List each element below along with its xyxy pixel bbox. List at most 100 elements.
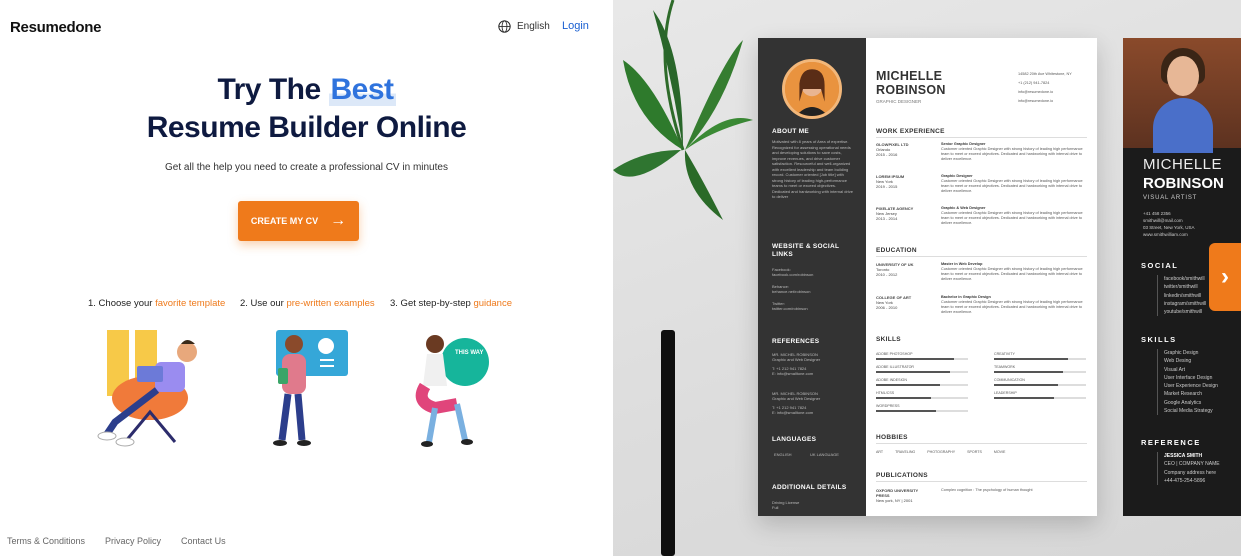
job-1: GLOWPIXEL LTD Orlando 2015 - 2016 (876, 142, 909, 157)
resume2-first-name: MICHELLE (1143, 156, 1223, 173)
edu-description: Customer oriented Graphic Designer with … (941, 300, 1083, 314)
guidance-illustration: THIS WAY (415, 335, 489, 447)
job-2: LOREM IPSUM New York 2019 - 2015 (876, 174, 904, 189)
skill-label: HTML/CSS (876, 391, 895, 395)
skills-list: Graphic Design Web Desing Visual Art Use… (1157, 349, 1218, 416)
skill-bar (994, 384, 1086, 386)
skill-item: Social Media Strategy (1164, 408, 1213, 415)
work-heading: WORK EXPERIENCE (876, 128, 945, 135)
hobby: ART (876, 450, 884, 454)
pub-source: OXFORD UNIVERSITY PRESS (876, 488, 919, 498)
web-facebook-value: facebook.com/robinson (772, 272, 814, 277)
skill-label: CREATIVITY (994, 352, 1015, 356)
publication-source: OXFORD UNIVERSITY PRESS New york, NY | 20… (876, 488, 931, 503)
skill-bar-fill (994, 397, 1054, 399)
profile-photo (1123, 38, 1241, 153)
social-heading: SOCIAL (1141, 261, 1179, 270)
ref-phone: +44-475-254-5896 (1164, 477, 1206, 484)
resume2-contact-web: www.smithwilliam.com (1143, 232, 1188, 237)
web-heading: WEBSITE & SOCIAL LINKS (772, 243, 840, 258)
login-link[interactable]: Login (562, 20, 589, 32)
social-item: facebook/smithwill (1164, 276, 1205, 282)
hobbies-heading: HOBBIES (876, 434, 908, 441)
resume2-contact-email: smithwill@mail.com (1143, 218, 1183, 223)
resume-last-name: ROBINSON (876, 83, 946, 97)
publication-title: Complex cognition : The psychology of hu… (941, 488, 1033, 492)
social-item: twitter/smithwill (1164, 284, 1198, 291)
skill-bar (994, 358, 1086, 360)
carousel-next-button[interactable]: › (1209, 243, 1241, 311)
step-1: 1. Choose your favorite template (88, 298, 225, 309)
language-selector[interactable]: English (498, 20, 550, 33)
social-item: linkedin/smithwill (1164, 292, 1202, 299)
template-illustration (97, 330, 197, 447)
web-behance-value: behance.net/robinson (772, 289, 811, 294)
skill-bar-fill (876, 384, 941, 386)
social-item: youtube/smithwill (1164, 309, 1203, 316)
skill-label: ADOBE INDESIGN (876, 378, 907, 382)
skill-bar (994, 371, 1086, 373)
skill-bar (994, 397, 1086, 399)
skill-label: COMMUNICATION (994, 378, 1025, 382)
resume-template-1[interactable]: ABOUT ME Motivated with 8 years of Area … (758, 38, 1097, 516)
about-text: Motivated with 8 years of Area of expert… (772, 139, 853, 199)
skill-bar-fill (876, 410, 936, 412)
hobby: SPORTS (967, 450, 982, 454)
hobby: TRAVELING (895, 450, 916, 454)
step-2: 2. Use our pre-written examples (240, 298, 375, 309)
skill-item: Visual Art (1164, 366, 1186, 373)
skill-bar (876, 384, 968, 386)
divider (876, 137, 1087, 138)
skill-label: ADOBE PHOTOSHOP (876, 352, 913, 356)
hero-title-line1: Try The Best (0, 72, 613, 108)
template-preview-panel: ABOUT ME Motivated with 8 years of Area … (613, 0, 1241, 556)
reference-list: JESSICA SMITH CEO | COMPANY NAME Company… (1157, 452, 1220, 486)
social-item: instagram/smithwill (1164, 300, 1207, 307)
contact-address: 14582 20th Ave Whitestone, NY (1018, 72, 1072, 76)
contact-link[interactable]: Contact Us (181, 536, 226, 546)
education-heading: EDUCATION (876, 247, 917, 254)
skill-bar-fill (994, 384, 1059, 386)
skill-label: ADOBE ILLUSTRATOR (876, 365, 915, 369)
social-list: facebook/smithwill twitter/smithwill lin… (1157, 275, 1207, 317)
job-description: Customer oriented Graphic Designer with … (941, 211, 1083, 225)
chevron-right-icon: › (1221, 263, 1229, 290)
privacy-link[interactable]: Privacy Policy (105, 536, 161, 546)
resume2-contact-address: 03 Street, New York, USA (1143, 225, 1195, 230)
page: { "header": { "logo": "Resumedone", "lan… (0, 0, 1241, 556)
divider (876, 256, 1087, 257)
arrow-right-icon: → (330, 212, 347, 229)
ref-1-role: Graphic and Web Designer (772, 357, 821, 362)
resume2-role: VISUAL ARTIST (1143, 195, 1198, 201)
step-3-prefix: 3. Get step-by-step (390, 298, 474, 309)
additional-text-value: Full (772, 505, 779, 510)
stand-decoration (661, 330, 675, 556)
skill-item: Web Desing (1164, 358, 1192, 365)
sign-text: THIS WAY (455, 350, 483, 356)
job-3-desc: Graphic & Web Designer Customer oriented … (941, 206, 1091, 226)
skill-bar (876, 358, 968, 360)
create-cv-button[interactable]: CREATE MY CV → (238, 201, 359, 241)
hobby: MOVIE (993, 450, 1006, 454)
skill-item: User Experience Design (1164, 383, 1218, 390)
job-2-desc: Graphic Designer Customer oriented Graphi… (941, 174, 1091, 194)
terms-link[interactable]: Terms & Conditions (7, 536, 85, 546)
edu-description: Customer oriented Graphic Designer with … (941, 267, 1083, 281)
reference-heading: REFERENCE (1141, 438, 1201, 447)
examples-illustration (273, 330, 348, 446)
web-twitter-value: twitter.com/robinson (772, 306, 808, 311)
divider (876, 481, 1087, 482)
logo[interactable]: Resumedone (10, 19, 102, 36)
job-dates: 2019 - 2015 (876, 184, 898, 189)
hobbies-list: ART TRAVELING PHOTOGRAPHY SPORTS MOVIE (876, 450, 1005, 454)
edu-2-desc: Bachelor in Graphic Design Customer orien… (941, 295, 1091, 315)
skill-item: Market Research (1164, 391, 1203, 398)
edu-1-desc: Master in Web Develop Customer oriented G… (941, 262, 1091, 282)
hero-subtitle: Get all the help you need to create a pr… (165, 162, 448, 173)
left-panel: Resumedone English Login Try The Best Re… (0, 0, 613, 556)
skill-label: LEADERSHIP (994, 391, 1017, 395)
divider (876, 443, 1087, 444)
edu-1: UNIVERSITY OF UK Toronto 2010 - 2012 (876, 262, 914, 277)
contact-web: info@resumedone.io (1018, 99, 1054, 103)
job-description: Customer oriented Graphic Designer with … (941, 179, 1083, 193)
